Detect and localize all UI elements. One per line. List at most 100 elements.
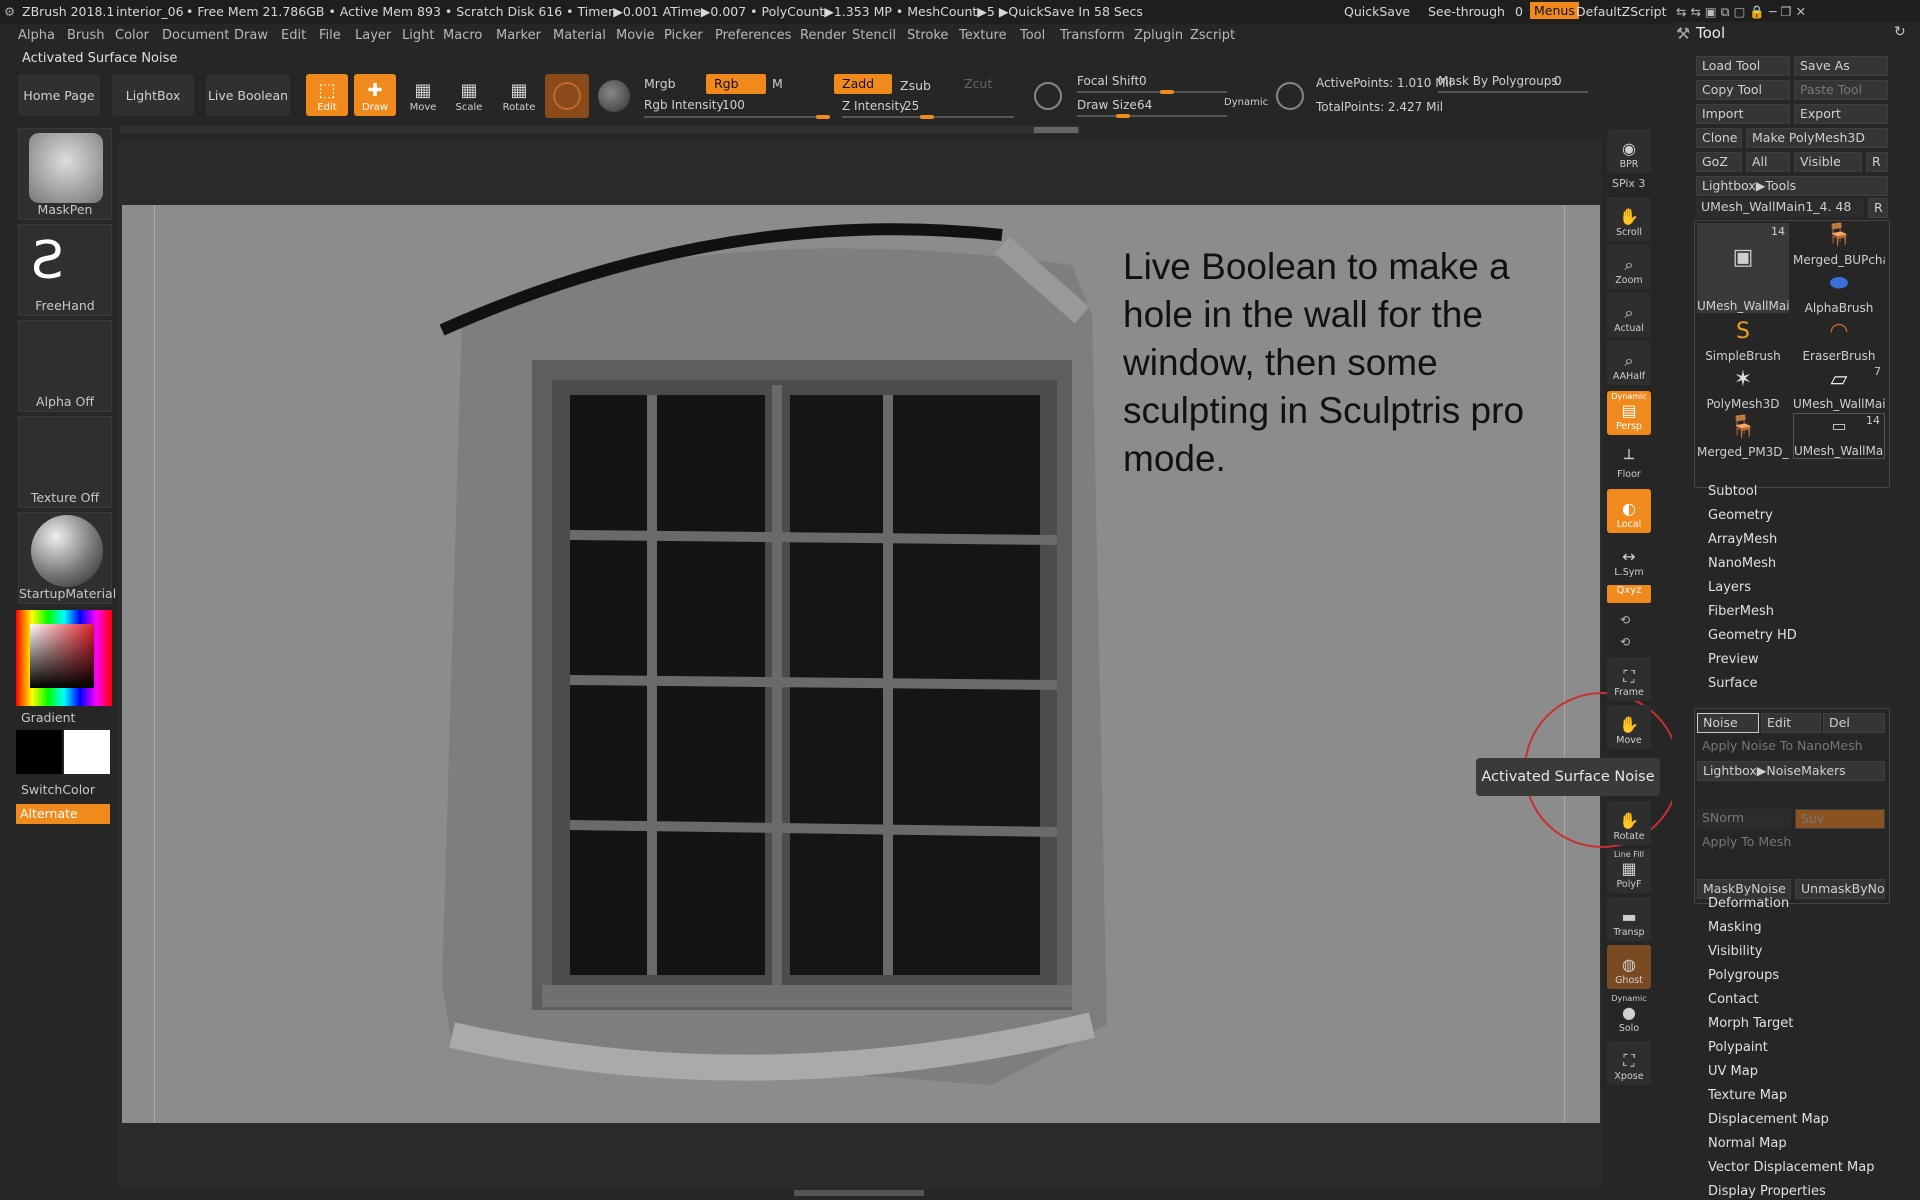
color-picker[interactable]	[16, 610, 112, 706]
focal-shift-slider[interactable]	[1077, 91, 1227, 93]
default-zscript[interactable]: DefaultZScript	[1576, 4, 1667, 19]
menu-transform[interactable]: Transform	[1060, 28, 1125, 43]
switchcolor-button[interactable]: SwitchColor	[21, 782, 95, 797]
goz-all-button[interactable]: All	[1746, 152, 1790, 172]
draw-size-icon[interactable]	[1276, 82, 1304, 110]
section-geometry-hd[interactable]: Geometry HD	[1708, 628, 1797, 643]
load-tool-button[interactable]: Load Tool	[1696, 56, 1790, 76]
frame-button[interactable]: ⛶ Frame	[1607, 657, 1651, 701]
actual-button[interactable]: ⌕ Actual	[1607, 293, 1651, 337]
menu-zplugin[interactable]: Zplugin	[1134, 28, 1183, 43]
menu-texture[interactable]: Texture	[959, 28, 1007, 43]
top-scrollbar[interactable]	[120, 126, 1080, 134]
section-masking[interactable]: Masking	[1708, 920, 1762, 935]
surface-edit-button[interactable]: Edit	[1761, 713, 1821, 733]
ghost-button[interactable]: ◍ Ghost	[1607, 945, 1651, 989]
draw-size-knob[interactable]	[1116, 114, 1130, 118]
stroke-slot[interactable]: Ƨ FreeHand	[18, 224, 112, 316]
section-vector-displacement-map[interactable]: Vector Displacement Map	[1708, 1160, 1875, 1175]
lsym-button[interactable]: ↔ L.Sym	[1607, 537, 1651, 581]
seethrough-slider[interactable]: See-through 0	[1428, 4, 1523, 19]
menu-light[interactable]: Light	[402, 28, 434, 43]
make-polymesh3d-button[interactable]: Make PolyMesh3D	[1746, 128, 1888, 148]
material-slot[interactable]: StartupMaterial	[18, 512, 116, 604]
local-button[interactable]: ◐ Local	[1607, 489, 1651, 533]
bpr-button[interactable]: ◉ BPR	[1607, 129, 1651, 173]
lightbox-button[interactable]: LightBox	[112, 74, 194, 116]
aahalf-button[interactable]: ⌕ AAHalf	[1607, 341, 1651, 385]
menu-picker[interactable]: Picker	[664, 28, 703, 43]
menu-zscript[interactable]: Zscript	[1190, 28, 1235, 43]
menu-preferences[interactable]: Preferences	[715, 28, 791, 43]
focal-shift-icon[interactable]	[1034, 82, 1062, 110]
apply-to-mesh-button[interactable]: Apply To Mesh	[1697, 833, 1885, 853]
menu-stencil[interactable]: Stencil	[852, 28, 896, 43]
spix-slider[interactable]: SPix 3	[1612, 177, 1645, 190]
quicksave-button[interactable]: QuickSave	[1344, 4, 1410, 19]
tool-thumb-alphabrush[interactable]: ⬬ AlphaBrush	[1793, 269, 1885, 315]
surface-noise-button[interactable]: Noise	[1697, 713, 1759, 733]
scale-tool-button[interactable]: ▦ Scale	[448, 74, 490, 116]
tool-thumb-merged-pm3d[interactable]: 🪑 Merged_PM3D_C	[1697, 413, 1789, 459]
tool-thumb-polymesh3d[interactable]: ✶ PolyMesh3D	[1697, 365, 1789, 411]
lightbox-noisemakers-button[interactable]: Lightbox▶NoiseMakers	[1697, 761, 1885, 781]
menu-macro[interactable]: Macro	[443, 28, 482, 43]
color-picker-square[interactable]	[30, 624, 94, 688]
mrgb-toggle[interactable]: Mrgb	[636, 74, 684, 94]
xyz-button[interactable]: Qxyz	[1607, 585, 1651, 603]
save-as-button[interactable]: Save As	[1794, 56, 1888, 76]
section-subtool[interactable]: Subtool	[1708, 484, 1757, 499]
section-nanomesh[interactable]: NanoMesh	[1708, 556, 1776, 571]
spray-icon[interactable]	[598, 80, 630, 112]
bottom-scrollbar[interactable]	[794, 1190, 924, 1196]
section-geometry[interactable]: Geometry	[1708, 508, 1773, 523]
menu-draw[interactable]: Draw	[234, 28, 268, 43]
menu-render[interactable]: Render	[800, 28, 846, 43]
current-tool-r-button[interactable]: R	[1868, 198, 1888, 218]
floor-button[interactable]: ┴ Floor	[1607, 439, 1651, 483]
section-layers[interactable]: Layers	[1708, 580, 1751, 595]
rotate-view-button[interactable]: ✋ Rotate	[1607, 801, 1651, 845]
menu-document[interactable]: Document	[162, 28, 229, 43]
home-page-button[interactable]: Home Page	[18, 74, 100, 116]
snorm-slider[interactable]: SNorm	[1697, 809, 1791, 829]
move-view-button[interactable]: ✋ Move	[1607, 705, 1651, 749]
section-texture-map[interactable]: Texture Map	[1708, 1088, 1787, 1103]
surface-del-button[interactable]: Del	[1823, 713, 1885, 733]
live-boolean-button[interactable]: Live Boolean	[206, 74, 290, 116]
layout-icons[interactable]: ⇆ ⇆ ▣ ⧉ ▢ 🔒 ─ ❐ ✕	[1676, 4, 1806, 20]
tool-thumb-umesh-wallmain-3[interactable]: 14 ▭ UMesh_WallMai	[1793, 413, 1885, 459]
menu-marker[interactable]: Marker	[496, 28, 541, 43]
section-polygroups[interactable]: Polygroups	[1708, 968, 1779, 983]
tool-thumb-simplebrush[interactable]: S SimpleBrush	[1697, 317, 1789, 363]
transp-button[interactable]: ▬ Transp	[1607, 897, 1651, 941]
rotate-tool-button[interactable]: ▦ Rotate	[498, 74, 540, 116]
edit-tool-button[interactable]: ⬚ Edit	[306, 74, 348, 116]
goz-r-button[interactable]: R	[1866, 152, 1888, 172]
section-surface[interactable]: Surface	[1708, 676, 1758, 691]
current-tool-slider[interactable]: UMesh_WallMain1_4. 48	[1696, 198, 1864, 218]
tool-thumb-eraserbrush[interactable]: ◠ EraserBrush	[1793, 317, 1885, 363]
zsub-toggle[interactable]: Zsub	[892, 76, 939, 96]
section-normal-map[interactable]: Normal Map	[1708, 1136, 1787, 1151]
section-deformation[interactable]: Deformation	[1708, 896, 1789, 911]
scroll-button[interactable]: ✋ Scroll	[1607, 197, 1651, 241]
menu-color[interactable]: Color	[115, 28, 149, 43]
section-fibermesh[interactable]: FiberMesh	[1708, 604, 1774, 619]
menu-material[interactable]: Material	[553, 28, 606, 43]
menu-file[interactable]: File	[319, 28, 341, 43]
zadd-toggle[interactable]: Zadd	[834, 74, 892, 94]
top-scrollbar-thumb[interactable]	[1034, 127, 1078, 133]
texture-slot[interactable]: Texture Off	[18, 416, 112, 508]
menu-movie[interactable]: Movie	[616, 28, 654, 43]
alpha-slot[interactable]: Alpha Off	[18, 320, 112, 412]
suv-toggle[interactable]: Suv	[1795, 809, 1885, 829]
mask-by-polygroups-slider[interactable]	[1438, 91, 1588, 93]
copy-tool-button[interactable]: Copy Tool	[1696, 80, 1790, 100]
rgb-toggle[interactable]: Rgb	[706, 74, 766, 94]
persp-button[interactable]: Dynamic ▤ Persp	[1607, 391, 1651, 435]
unmask-by-noise-button[interactable]: UnmaskByNoise	[1795, 879, 1885, 899]
menu-edit[interactable]: Edit	[281, 28, 306, 43]
z-intensity-knob[interactable]	[920, 115, 934, 119]
draw-size-slider[interactable]	[1077, 115, 1227, 117]
